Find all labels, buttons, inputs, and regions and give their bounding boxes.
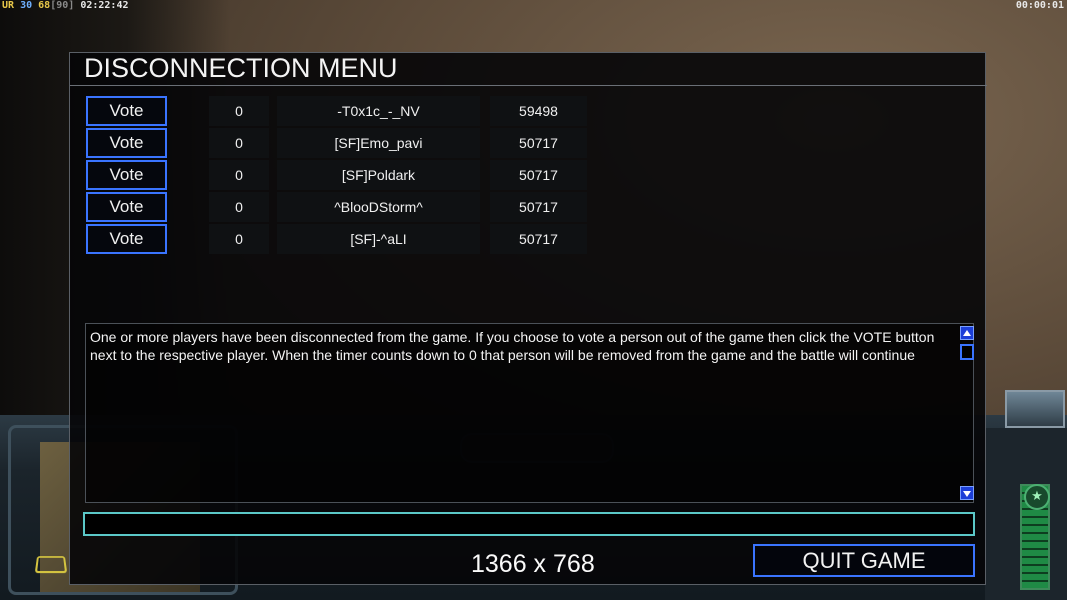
player-name: [SF]Emo_pavi [277, 128, 480, 158]
vote-count: 0 [209, 160, 269, 190]
vote-button[interactable]: Vote [86, 224, 167, 254]
player-score: 50717 [490, 192, 587, 222]
vote-count: 0 [209, 224, 269, 254]
vote-count: 0 [209, 128, 269, 158]
player-score: 59498 [490, 96, 587, 126]
player-name: ^BlooDStorm^ [277, 192, 480, 222]
message-box: One or more players have been disconnect… [85, 323, 974, 503]
fps-bracket: [90] [50, 0, 75, 11]
chat-input[interactable] [83, 512, 975, 536]
fps-value: 68 [38, 0, 51, 11]
player-name: -T0x1c_-_NV [277, 96, 480, 126]
player-name: [SF]Poldark [277, 160, 480, 190]
vote-button[interactable]: Vote [86, 128, 167, 158]
vote-count: 0 [209, 96, 269, 126]
resolution-label: 1366 x 768 [471, 550, 595, 578]
dialog-title: DISCONNECTION MENU [84, 53, 398, 83]
vote-button[interactable]: Vote [86, 160, 167, 190]
game-clock: 02:22:42 [80, 0, 129, 11]
player-score: 50717 [490, 128, 587, 158]
player-score: 50717 [490, 160, 587, 190]
ur-value: 30 [20, 0, 33, 11]
vote-button[interactable]: Vote [86, 96, 167, 126]
vote-button[interactable]: Vote [86, 192, 167, 222]
disconnect-timer: 00:00:01 [1015, 0, 1064, 11]
hud-stats: UR 30 68[90] 02:22:42 [2, 0, 129, 11]
quit-game-button[interactable]: QUIT GAME [753, 544, 975, 577]
player-name: [SF]-^aLI [277, 224, 480, 254]
radar-icon [34, 556, 68, 574]
power-star-icon: ★ [1024, 484, 1050, 510]
unit-portrait-icon [1005, 390, 1065, 428]
vote-count: 0 [209, 192, 269, 222]
scroll-down-arrow-icon[interactable] [960, 486, 974, 500]
player-score: 50717 [490, 224, 587, 254]
message-text: One or more players have been disconnect… [90, 329, 935, 363]
scrollbar-thumb[interactable] [960, 344, 974, 360]
scroll-up-arrow-icon[interactable] [960, 326, 974, 340]
title-divider [70, 85, 987, 86]
disconnection-dialog: DISCONNECTION MENU Vote 0 -T0x1c_-_NV 59… [69, 52, 987, 585]
ur-label: UR [2, 0, 15, 11]
